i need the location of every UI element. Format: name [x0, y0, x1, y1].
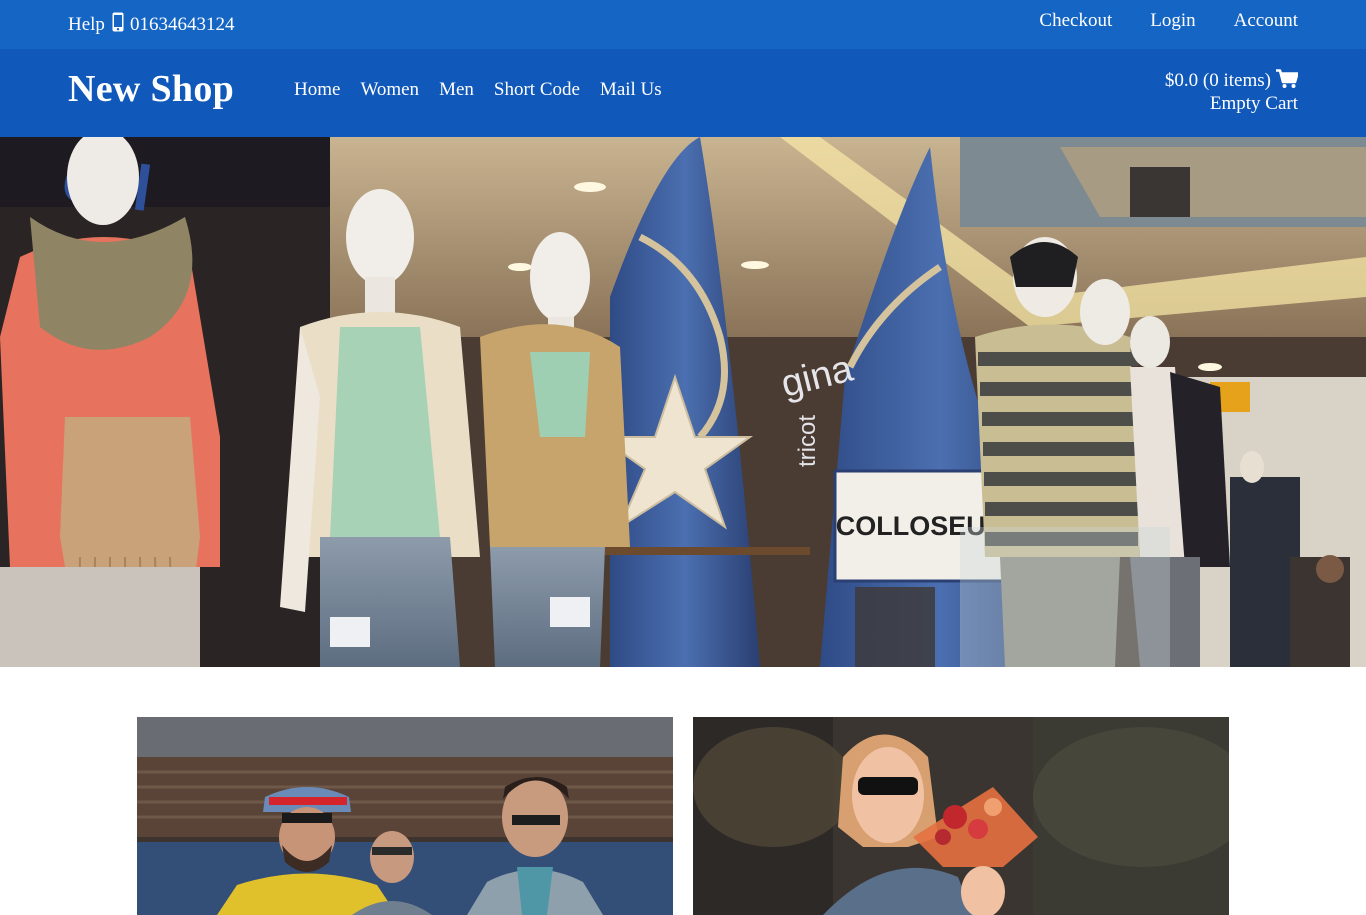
hero-banner-image: eal gina tricot COLLOSEU [0, 137, 1366, 667]
account-link[interactable]: Account [1234, 10, 1298, 32]
cart-summary-link[interactable]: $0.0 (0 items) [1164, 68, 1298, 92]
help-contact: Help 01634643124 [68, 12, 235, 36]
svg-text:tricot: tricot [794, 415, 821, 467]
shop-logo[interactable]: New Shop [68, 67, 234, 111]
empty-cart-link[interactable]: Empty Cart [1165, 92, 1298, 115]
top-bar: Help 01634643124 Checkout Login Account [0, 0, 1366, 49]
mobile-phone-icon [112, 12, 124, 32]
help-phone-number: 01634643124 [129, 14, 235, 35]
nav-men[interactable]: Men [439, 79, 474, 101]
main-nav: Home Women Men Short Code Mail Us [294, 79, 662, 101]
cart-widget: $0.0 (0 items) Empty Cart [1164, 68, 1298, 115]
help-label: Help [68, 14, 105, 35]
main-header: New Shop Home Women Men Short Code Mail … [0, 49, 1366, 137]
shopping-cart-icon[interactable] [1276, 68, 1298, 89]
cart-summary: $0.0 (0 items) [1164, 70, 1271, 91]
login-link[interactable]: Login [1150, 10, 1195, 32]
nav-home[interactable]: Home [294, 79, 340, 101]
nav-women[interactable]: Women [360, 79, 419, 101]
nav-short-code[interactable]: Short Code [494, 79, 580, 101]
nav-mail-us[interactable]: Mail Us [600, 79, 662, 101]
checkout-link[interactable]: Checkout [1039, 10, 1112, 32]
account-links: Checkout Login Account [1039, 10, 1298, 32]
promo-women-image[interactable] [693, 717, 1229, 915]
promo-men-image[interactable] [137, 717, 673, 915]
